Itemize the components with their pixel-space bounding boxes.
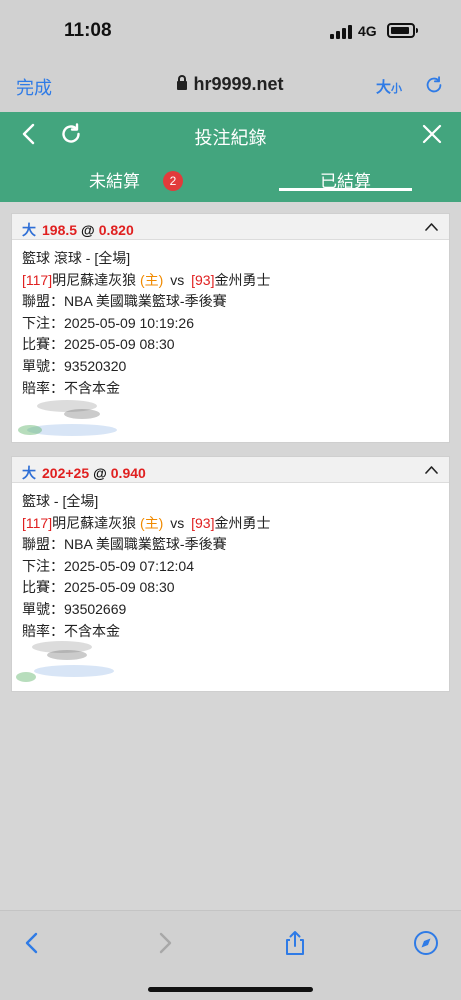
redaction-blur (16, 641, 114, 682)
chevron-up-icon[interactable] (425, 222, 438, 231)
away-team: 金州勇士 (214, 514, 271, 531)
tab-unsettled[interactable]: 未結算 (89, 167, 140, 192)
match-time-line: 比賽：2025-05-09 08:30 (22, 336, 175, 353)
away-team-id: [93] (191, 514, 215, 531)
league-line: 聯盟：NBA 美國職業籃球-季後賽 (22, 536, 227, 553)
vs-label: vs (170, 514, 185, 531)
forward-icon[interactable] (151, 929, 179, 957)
reload-icon[interactable] (423, 74, 445, 96)
bet-line: 202+25 (42, 465, 90, 481)
away-team-id: [93] (191, 271, 215, 288)
signal-icon (330, 25, 352, 39)
compass-icon[interactable] (412, 929, 440, 957)
home-team-id: [117] (22, 271, 53, 288)
ticket-line: 單號：93502669 (22, 600, 127, 617)
battery-icon (387, 23, 418, 38)
away-team: 金州勇士 (214, 271, 271, 288)
chevron-up-icon[interactable] (425, 465, 438, 474)
bet-card: 大 202+25 @0.940 籃球 - [全場] [117]明尼蘇達灰狼 (主) … (11, 456, 450, 692)
home-marker: (主) (140, 514, 164, 531)
home-team: 明尼蘇達灰狼 (52, 271, 137, 288)
share-icon[interactable] (281, 929, 309, 957)
bet-card-body: 籃球 - [全場] [117]明尼蘇達灰狼 (主) vs [93]金州勇士 聯盟… (12, 483, 449, 642)
text-size-big-label: 大 (376, 79, 392, 96)
bet-card: 大 198.5 @0.820 籃球 滾球 - [全場] [117]明尼蘇達灰狼 (主… (11, 213, 450, 443)
bet-list: 大 198.5 @0.820 籃球 滾球 - [全場] [117]明尼蘇達灰狼 (主… (0, 202, 461, 910)
home-indicator (148, 987, 313, 992)
page-title: 投注紀錄 (194, 128, 267, 148)
app-header: 投注紀錄 (0, 112, 461, 157)
league-line: 聯盟：NBA 美國職業籃球-季後賽 (22, 293, 227, 310)
match-time-line: 比賽：2025-05-09 08:30 (22, 579, 175, 596)
bet-odds: 0.820 (98, 222, 134, 238)
network-label: 4G (358, 23, 377, 39)
bet-odds: 0.940 (110, 465, 146, 481)
bet-card-body: 籃球 滾球 - [全場] [117]明尼蘇達灰狼 (主) vs [93]金州勇士… (12, 240, 449, 399)
status-bar: 11:08 4G (0, 0, 461, 62)
active-tab-indicator (279, 188, 412, 191)
bet-card-header[interactable]: 大 198.5 @0.820 (12, 214, 449, 240)
browser-bar: 完成 hr9999.net 大小 (0, 62, 461, 112)
lock-icon (177, 75, 188, 90)
bet-time-line: 下注：2025-05-09 07:12:04 (22, 557, 194, 574)
bet-card-header[interactable]: 大 202+25 @0.940 (12, 457, 449, 483)
redaction-blur (18, 400, 117, 436)
browser-toolbar (0, 910, 461, 1000)
close-icon[interactable] (420, 122, 444, 146)
text-size-small-label: 小 (391, 83, 403, 95)
sport-line: 籃球 滾球 - [全場] (22, 250, 131, 266)
url-text: hr9999.net (193, 74, 284, 94)
bet-type: 大 (22, 465, 36, 481)
bet-time-line: 下注：2025-05-09 10:19:26 (22, 314, 194, 331)
tab-bar: 未結算 2 已結算 (0, 157, 461, 202)
home-team: 明尼蘇達灰狼 (52, 514, 137, 531)
bet-at: @ (93, 465, 107, 481)
home-team-id: [117] (22, 514, 53, 531)
sport-line: 籃球 - [全場] (22, 493, 99, 509)
home-marker: (主) (140, 271, 164, 288)
status-time: 11:08 (64, 20, 112, 41)
text-size-button[interactable]: 大小 (376, 76, 402, 97)
matchup-line: [117]明尼蘇達灰狼 (主) vs [93]金州勇士 (22, 270, 439, 292)
vs-label: vs (170, 271, 185, 288)
back-icon[interactable] (18, 929, 46, 957)
ticket-line: 單號：93520320 (22, 357, 127, 374)
bet-type: 大 (22, 222, 36, 238)
matchup-line: [117]明尼蘇達灰狼 (主) vs [93]金州勇士 (22, 513, 439, 535)
unsettled-count-badge: 2 (163, 171, 183, 191)
bet-line: 198.5 (42, 222, 78, 238)
bet-at: @ (81, 222, 95, 238)
